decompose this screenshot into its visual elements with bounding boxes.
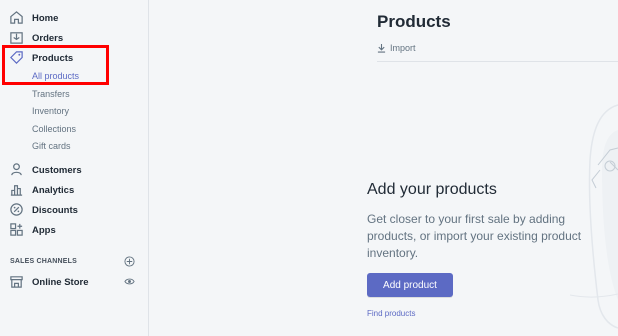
store-icon [9, 274, 24, 289]
sidebar-item-label: Home [32, 12, 59, 24]
import-button[interactable]: Import [377, 41, 416, 55]
sidebar: Home Orders Products All products Transf… [0, 0, 149, 336]
sidebar-item-label: Customers [32, 164, 82, 176]
sidebar-item-discounts[interactable]: Discounts [0, 200, 149, 220]
main-content: Products Import Add your products Get cl… [150, 0, 618, 336]
apps-icon [9, 222, 24, 237]
sidebar-item-label: Discounts [32, 204, 78, 216]
download-icon [377, 43, 386, 53]
add-product-button[interactable]: Add product [367, 273, 453, 297]
add-channel-icon[interactable] [124, 256, 135, 267]
eye-icon[interactable] [124, 276, 135, 287]
bar-chart-icon [9, 182, 24, 197]
discount-icon [9, 202, 24, 217]
person-icon [9, 162, 24, 177]
sidebar-item-customers[interactable]: Customers [0, 160, 149, 180]
sidebar-item-analytics[interactable]: Analytics [0, 180, 149, 200]
orders-icon [9, 30, 24, 45]
empty-state-heading: Add your products [367, 181, 497, 198]
sidebar-item-apps[interactable]: Apps [0, 220, 149, 240]
sidebar-item-home[interactable]: Home [0, 8, 149, 28]
empty-state-illustration [570, 104, 618, 329]
sales-channels-title: SALES CHANNELS [10, 258, 77, 265]
highlight-box [2, 45, 109, 85]
home-icon [9, 10, 24, 25]
sidebar-subitem-collections[interactable]: Collections [32, 124, 76, 134]
sidebar-item-label: Apps [32, 224, 56, 236]
sidebar-item-label: Online Store [32, 276, 89, 288]
sidebar-item-label: Orders [32, 32, 64, 44]
header-divider [377, 61, 618, 62]
sidebar-subitem-gift-cards[interactable]: Gift cards [32, 141, 71, 151]
sidebar-subitem-transfers[interactable]: Transfers [32, 89, 70, 99]
page-title: Products [377, 12, 451, 31]
sidebar-subitem-inventory[interactable]: Inventory [32, 106, 69, 116]
empty-state-description: Get closer to your first sale by adding … [367, 212, 582, 260]
find-products-link[interactable]: Find products [367, 309, 415, 318]
import-label: Import [390, 43, 416, 53]
sidebar-item-label: Analytics [32, 184, 75, 196]
